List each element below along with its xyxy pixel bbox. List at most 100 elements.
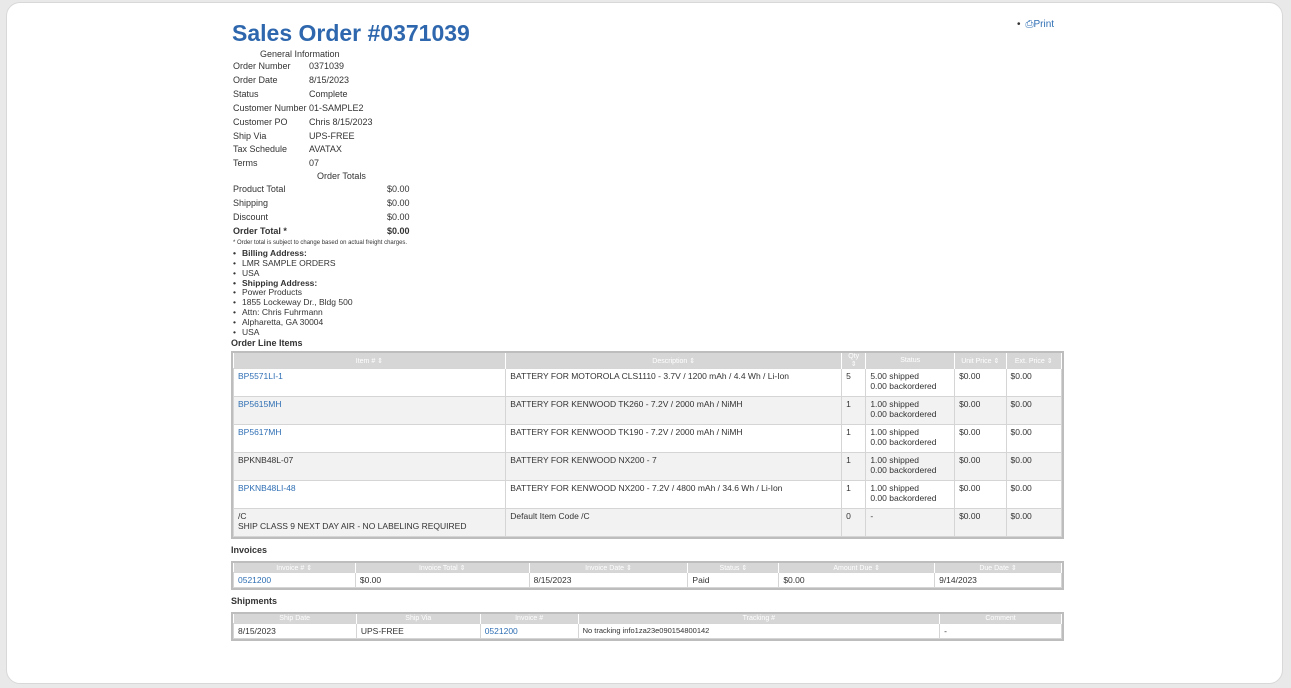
item-number: BPKNB48L-07 [238,455,294,466]
item-cell: /C SHIP CLASS 9 NEXT DAY AIR - NO LABELIN… [232,508,507,538]
field-label: Terms [233,158,258,169]
general-info-row: Ship Via UPS-FREE [233,130,1066,144]
qty-cell: 1 [841,396,867,426]
order-totals-caption: Order Totals [317,171,366,182]
backordered-qty: 0.00 backordered [870,409,937,420]
item-number[interactable]: BPKNB48LI-48 [238,483,296,493]
shipped-qty: 1.00 shipped [870,455,920,466]
ship-date-cell: 8/15/2023 [233,623,357,640]
invoice-due-date-cell: 9/14/2023 [934,572,1062,589]
line-item-row: BPKNB48L-07 BATTERY FOR KENWOOD NX200 - 7… [232,452,1062,482]
status-cell: - [865,508,956,538]
unit-price-cell: $0.00 [954,396,1007,426]
column-header[interactable]: Comment [939,614,1062,624]
total-value: $0.00 [387,212,410,223]
total-value: $0.00 [387,184,410,195]
freight-note: * Order total is subject to change based… [233,240,408,247]
totals-row: Shipping $0.00 [233,196,1066,210]
ship-invoice-link[interactable]: 0521200 [485,626,518,636]
unit-price-cell: $0.00 [954,452,1007,482]
qty-cell: 1 [841,480,867,510]
total-label: Shipping [233,198,269,209]
shipments-table-wrapper: Ship Date Ship Via Invoice # Tracking # Comm… [231,612,1064,642]
item-number[interactable]: BP5615MH [238,399,281,409]
field-label: Status [233,88,259,99]
general-info-row: Terms 07 [233,157,1066,171]
ext-price-cell: $0.00 [1005,396,1062,426]
unit-price-cell: $0.00 [954,480,1007,510]
invoice-due-cell: $0.00 [778,572,936,589]
column-header[interactable]: Description ⇕ [505,353,843,369]
backordered-qty: 0.00 backordered [870,437,937,448]
shipping-address-line: USA [233,327,1066,338]
unit-price-cell: $0.00 [954,424,1007,454]
shipped-qty: 1.00 shipped [870,483,920,494]
total-value: $0.00 [387,198,410,209]
general-info-caption: General Information [260,49,340,59]
general-info-row: Tax Schedule AVATAX [233,143,1066,157]
column-header[interactable]: Invoice Date ⇕ [529,563,689,573]
column-header[interactable]: Invoice Total ⇕ [355,563,530,573]
item-subtext: SHIP CLASS 9 NEXT DAY AIR - NO LABELING … [238,521,467,532]
description-cell: BATTERY FOR MOTOROLA CLS1110 - 3.7V / 12… [505,368,843,398]
general-info-row: Customer PO Chris 8/15/2023 [233,116,1066,130]
field-value: AVATAX [309,144,342,155]
description-cell: BATTERY FOR KENWOOD TK190 - 7.2V / 2000 … [505,424,843,454]
invoice-link[interactable]: 0521200 [238,575,271,585]
column-header[interactable]: Unit Price ⇕ [954,353,1007,369]
column-header[interactable]: Item # ⇕ [233,353,507,369]
shipments-title: Shipments [231,596,278,607]
item-number[interactable]: BP5571LI-1 [238,371,283,381]
ship-via-cell: UPS-FREE [355,623,481,640]
general-info-row: Customer Number 01-SAMPLE2 [233,102,1066,116]
backordered-qty: 0.00 backordered [870,493,937,504]
column-header[interactable]: Qty ⇕ [841,353,867,369]
billing-address-line: LMR SAMPLE ORDERS [233,258,1066,269]
general-info-row: Status Complete [233,88,1066,102]
item-number: /C [238,511,247,522]
field-label: Order Number [233,61,291,71]
shipped-qty: - [870,511,874,522]
shipping-address-line: Power Products [233,288,1066,298]
field-label: Customer Number [233,102,307,113]
shipments-table: Ship Date Ship Via Invoice # Tracking # Comm… [233,614,1062,640]
column-header[interactable]: Status [865,353,956,369]
shipping-address-line: Attn: Chris Fuhrmann [233,307,1066,318]
backordered-qty: 0.00 backordered [870,381,937,392]
column-header[interactable]: Tracking # [578,614,941,624]
shipped-qty: 5.00 shipped [870,371,920,382]
field-value: Chris 8/15/2023 [309,116,373,127]
column-header[interactable]: Invoice # ⇕ [233,563,356,573]
column-header[interactable]: Ship Via [356,614,481,624]
column-header[interactable]: Ext. Price ⇕ [1006,353,1062,369]
field-label: Tax Schedule [233,144,288,155]
line-item-row: BP5617MH BATTERY FOR KENWOOD TK190 - 7.2V… [232,424,1062,454]
invoice-total-cell: $0.00 [354,572,530,589]
column-header[interactable]: Status ⇕ [687,563,780,573]
status-cell: 1.00 shipped 0.00 backordered [865,480,956,510]
order-totals-table: Product Total $0.00 Shipping $0.00 Discount $… [233,182,1066,238]
line-item-row: BPKNB48LI-48 BATTERY FOR KENWOOD NX200 - … [232,480,1062,510]
invoices-table-wrapper: Invoice # ⇕ Invoice Total ⇕ Invoice Date ⇕… [231,561,1064,591]
totals-row: Product Total $0.00 [233,182,1066,196]
column-header[interactable]: Invoice # [480,614,579,624]
totals-row: Order Total * $0.00 [233,224,1066,238]
general-info-row: Order Date 8/15/2023 [233,74,1066,88]
column-header[interactable]: Ship Date [233,614,357,624]
invoices-title: Invoices [231,545,268,556]
comment-cell: - [939,623,1062,640]
column-header[interactable]: Amount Due ⇕ [778,563,936,573]
column-header[interactable]: Due Date ⇕ [934,563,1062,573]
total-label: Discount [233,212,269,223]
item-number[interactable]: BP5617MH [238,427,281,437]
address-list: Billing Address:LMR SAMPLE ORDERSUSAShip… [233,248,1066,338]
shipping-address-line: 1855 Lockeway Dr., Bldg 500 [233,297,1066,308]
status-cell: 1.00 shipped 0.00 backordered [865,424,956,454]
ext-price-cell: $0.00 [1005,424,1062,454]
total-label: Order Total * [233,226,287,237]
item-cell: BP5617MH [232,424,507,454]
line-items-table: Item # ⇕ Description ⇕ Qty ⇕ Status Unit Pri… [232,353,1062,538]
billing-address-line: USA [233,268,1066,279]
description-cell: BATTERY FOR KENWOOD TK260 - 7.2V / 2000 … [505,396,843,426]
unit-price-cell: $0.00 [954,508,1007,538]
